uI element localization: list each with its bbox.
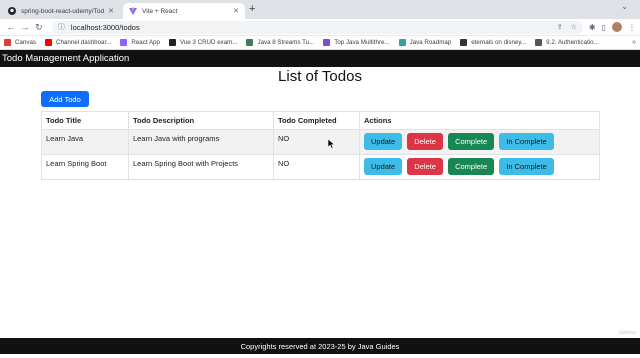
update-button[interactable]: Update [364,133,403,150]
url-text: localhost:3000/todos [70,22,140,32]
site-icon [460,39,468,46]
delete-button[interactable]: Delete [407,158,443,175]
browser-tab-vite[interactable]: Vite + React ✕ [123,3,245,19]
todos-table: Todo Title Todo Description Todo Complet… [41,111,600,180]
table-header-row: Todo Title Todo Description Todo Complet… [41,111,600,130]
avatar[interactable] [611,22,622,32]
todo-completed-cell: NO [273,154,360,180]
forward-icon[interactable]: → [18,22,32,32]
side-panel-icon[interactable]: ▯ [602,23,606,32]
todo-title-cell: Learn Java [41,129,129,155]
page-title: List of Todos [278,68,362,85]
actions-cell: Update Delete Complete In Complete [359,129,600,155]
bookmark-item[interactable]: Java Roadmap [398,39,452,46]
bookmark-label: Top Java Multithre... [334,39,390,46]
back-icon[interactable]: ← [4,22,18,32]
udemy-watermark: Udemy [618,330,636,336]
bookmark-item[interactable]: 9.2. Authenticatio... [535,39,599,46]
close-tab-icon[interactable]: ✕ [233,7,239,15]
youtube-icon [44,39,52,46]
bookmark-label: Vue 3 CRUD exam... [179,39,238,46]
vite-icon [120,39,128,46]
bookmark-star-icon[interactable]: ☆ [571,23,577,31]
site-icon [323,39,331,46]
todo-description-cell: Learn Java with programs [128,129,274,155]
app-navbar: Todo Management Application [0,50,640,67]
bookmark-label: Java Roadmap [409,39,452,46]
browser-tab-strip: spring-boot-react-udemy/Todo ✕ Vite + Re… [0,0,640,19]
site-icon [246,39,254,46]
bookmark-item[interactable]: Vue 3 CRUD exam... [168,39,238,46]
footer-text: Copyrights reserved at 2023-25 by Java G… [240,341,400,351]
browser-tab-github[interactable]: spring-boot-react-udemy/Todo ✕ [2,3,120,19]
tab-title: Vite + React [142,7,178,15]
bookmark-item[interactable]: React App [120,39,160,46]
app-footer: Copyrights reserved at 2023-25 by Java G… [0,338,640,354]
complete-button[interactable]: Complete [448,133,495,150]
bookmark-item[interactable]: eternals on disney... [460,39,526,46]
site-icon [168,39,176,46]
bookmark-label: eternals on disney... [471,39,527,46]
app-brand[interactable]: Todo Management Application [2,53,129,64]
canvas-icon [4,39,11,46]
todos-page: List of Todos Add Todo Todo Title Todo D… [0,67,640,338]
header-todo-completed: Todo Completed [273,111,360,130]
tab-title: spring-boot-react-udemy/Todo [21,7,105,15]
more-bookmarks-icon[interactable]: » [632,39,636,46]
bookmark-label: Canvas [15,39,36,46]
close-tab-icon[interactable]: ✕ [108,7,114,15]
site-icon [398,39,406,46]
actions-cell: Update Delete Complete In Complete [359,154,600,180]
delete-button[interactable]: Delete [407,133,443,150]
vite-icon [129,7,137,15]
bookmark-label: Channel dashboar... [55,39,112,46]
extensions-icon[interactable]: ✱ [589,23,596,32]
new-tab-icon[interactable]: + [249,3,255,15]
site-info-icon[interactable]: ⓘ [58,22,65,32]
window-controls-icon[interactable]: ⌄ [621,2,634,11]
table-row: Learn Spring Boot Learn Spring Boot with… [41,154,600,180]
menu-icon[interactable]: ⋮ [628,23,636,32]
in-complete-button[interactable]: In Complete [499,133,554,150]
site-icon [535,39,543,46]
update-button[interactable]: Update [364,158,403,175]
bookmark-label: Java 8 Streams Tu... [257,39,315,46]
address-bar[interactable]: ⓘ localhost:3000/todos ⇪ ☆ [51,20,583,34]
add-todo-button[interactable]: Add Todo [41,91,89,107]
bookmark-item[interactable]: Canvas [4,39,36,46]
complete-button[interactable]: Complete [448,158,495,175]
table-row: Learn Java Learn Java with programs NO U… [41,129,600,155]
bookmark-label: 9.2. Authenticatio... [546,39,599,46]
bookmark-item[interactable]: Channel dashboar... [44,39,112,46]
reload-icon[interactable]: ↻ [32,22,46,33]
header-todo-title: Todo Title [41,111,129,130]
bookmarks-bar: Canvas Channel dashboar... React App Vue 3 … [0,36,640,50]
bookmark-item[interactable]: Java 8 Streams Tu... [246,39,314,46]
todo-title-cell: Learn Spring Boot [41,154,129,180]
bookmark-item[interactable]: Top Java Multithre... [323,39,390,46]
bookmark-label: React App [131,39,160,46]
header-todo-description: Todo Description [128,111,274,130]
github-icon [8,7,16,15]
browser-toolbar: ← → ↻ ⓘ localhost:3000/todos ⇪ ☆ ✱ ▯ ⋮ [0,19,640,36]
todo-description-cell: Learn Spring Boot with Projects [128,154,274,180]
todo-completed-cell: NO [273,129,360,155]
header-actions: Actions [359,111,600,130]
in-complete-button[interactable]: In Complete [499,158,554,175]
share-icon[interactable]: ⇪ [557,23,563,31]
